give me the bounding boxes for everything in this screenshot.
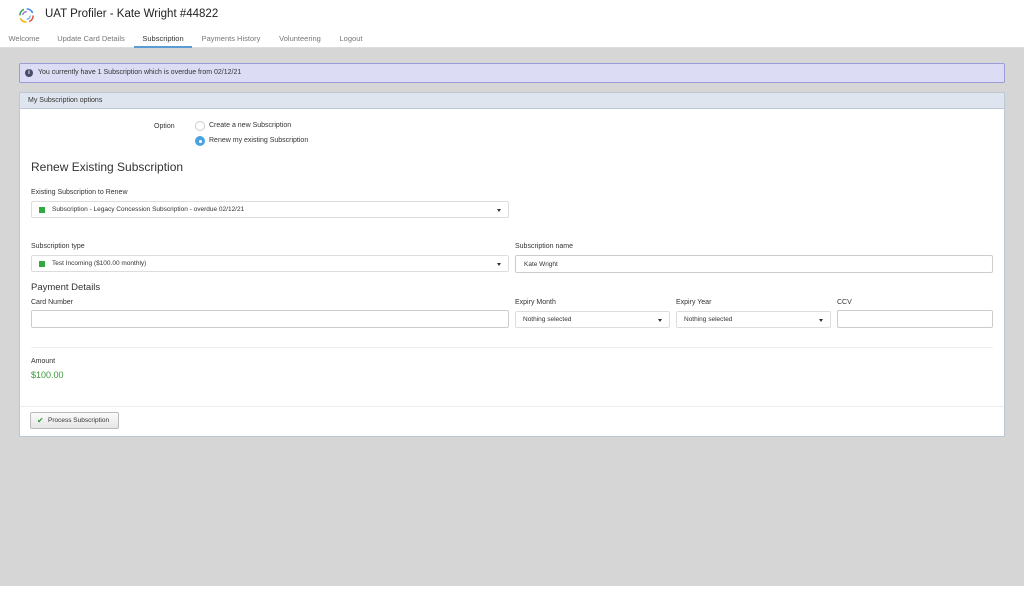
subscription-name-input[interactable]: Kate Wright <box>515 255 993 273</box>
expiry-year-label: Expiry Year <box>676 299 712 306</box>
status-square-icon <box>39 207 45 213</box>
tab-payments-history[interactable]: Payments History <box>192 30 270 48</box>
expiry-month-label: Expiry Month <box>515 299 556 306</box>
card-number-label: Card Number <box>31 299 74 306</box>
process-subscription-label: Process Subscription <box>48 417 110 424</box>
divider <box>20 406 1004 407</box>
caret-down-icon <box>497 263 501 266</box>
panel-title: My Subscription options <box>28 97 103 104</box>
tab-volunteering[interactable]: Volunteering <box>270 30 330 48</box>
alert-text: You currently have 1 Subscription which … <box>38 69 242 76</box>
ccv-label: CCV <box>837 299 852 306</box>
status-square-icon <box>39 261 45 267</box>
swirl-logo-icon <box>19 8 34 23</box>
payment-details-title: Payment Details <box>31 282 101 293</box>
tab-subscription[interactable]: Subscription <box>134 30 192 48</box>
app-title: UAT Profiler - Kate Wright #44822 <box>45 8 219 20</box>
tab-welcome[interactable]: Welcome <box>0 30 48 48</box>
amount-value: $100.00 <box>31 370 64 380</box>
expiry-month-value: Nothing selected <box>523 316 572 323</box>
subscription-type-select[interactable]: Test Incoming ($100.00 monthly) <box>31 255 509 272</box>
radio-create-new-label[interactable]: Create a new Subscription <box>209 122 291 129</box>
expiry-year-select[interactable]: Nothing selected <box>676 311 831 328</box>
tab-update-card-details[interactable]: Update Card Details <box>48 30 134 48</box>
divider <box>31 347 993 348</box>
ccv-input[interactable] <box>837 310 993 328</box>
subscription-name-value: Kate Wright <box>524 261 558 268</box>
caret-down-icon <box>497 209 501 212</box>
subscription-type-label: Subscription type <box>31 243 85 250</box>
subscription-type-value: Test Incoming ($100.00 monthly) <box>52 260 147 267</box>
card-number-input[interactable] <box>31 310 509 328</box>
radio-renew-existing[interactable] <box>195 136 205 146</box>
existing-subscription-label: Existing Subscription to Renew <box>31 189 128 196</box>
existing-subscription-value: Subscription - Legacy Concession Subscri… <box>52 206 245 213</box>
check-icon: ✔ <box>37 416 44 425</box>
nav-tabs: Welcome Update Card Details Subscription… <box>0 30 1024 48</box>
overdue-alert: i You currently have 1 Subscription whic… <box>19 63 1005 83</box>
caret-down-icon <box>658 319 662 322</box>
panel-header: My Subscription options <box>20 93 1004 109</box>
tab-logout[interactable]: Logout <box>330 30 372 48</box>
caret-down-icon <box>819 319 823 322</box>
subscription-name-label: Subscription name <box>515 243 573 250</box>
section-title: Renew Existing Subscription <box>31 160 184 174</box>
amount-label: Amount <box>31 358 56 365</box>
subscription-options-panel: My Subscription options Option Create a … <box>19 92 1005 437</box>
expiry-year-value: Nothing selected <box>684 316 733 323</box>
expiry-month-select[interactable]: Nothing selected <box>515 311 670 328</box>
existing-subscription-select[interactable]: Subscription - Legacy Concession Subscri… <box>31 201 509 218</box>
radio-renew-existing-label[interactable]: Renew my existing Subscription <box>209 137 308 144</box>
process-subscription-button[interactable]: ✔ Process Subscription <box>30 412 119 429</box>
app-header: UAT Profiler - Kate Wright #44822 <box>0 0 1024 30</box>
radio-create-new[interactable] <box>195 121 205 131</box>
info-icon: i <box>25 69 33 77</box>
option-label: Option <box>154 123 175 130</box>
